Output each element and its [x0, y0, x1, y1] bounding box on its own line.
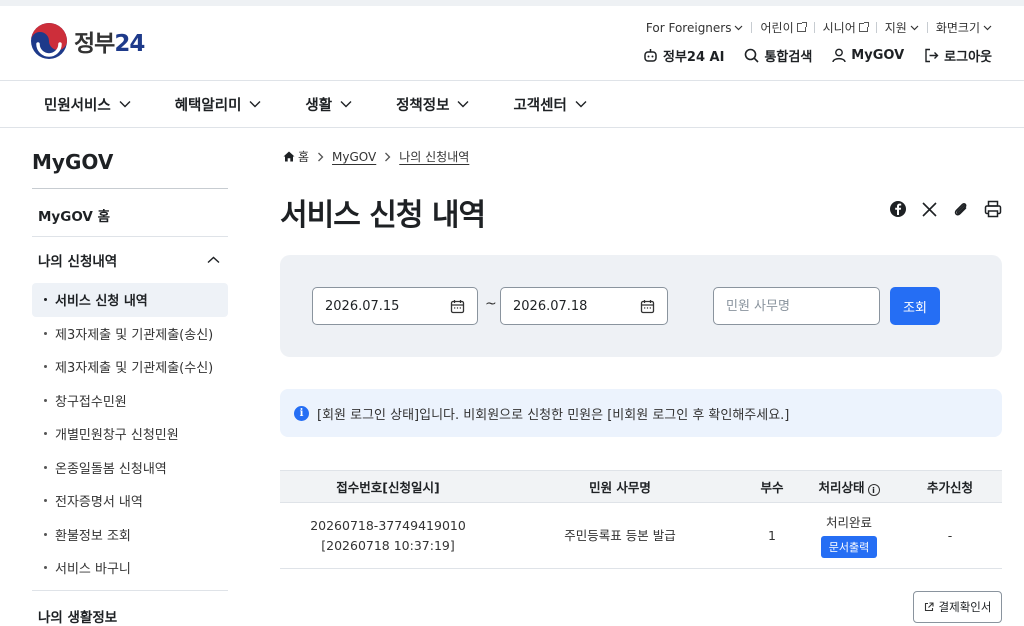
sidebar-item-mygov-home[interactable]: MyGOV 홈	[38, 205, 110, 225]
chevron-right-icon	[318, 152, 324, 161]
table-row: 20260718-37749419010 [20260718 10:37:19] …	[280, 502, 1002, 569]
sidebar-item-e-certificate[interactable]: 전자증명서 내역	[32, 484, 228, 518]
copies-cell: 1	[744, 502, 800, 569]
service-name-cell: 주민등록표 등본 발급	[496, 502, 744, 569]
logout-button[interactable]: 로그아웃	[924, 46, 992, 65]
external-link-icon	[858, 22, 869, 32]
info-icon: i	[294, 405, 309, 421]
service-name-input-wrap	[713, 287, 880, 325]
sidebar-section-my-applications[interactable]: 나의 신청내역	[32, 236, 228, 270]
support-link[interactable]: 지원	[877, 19, 927, 36]
chevron-right-icon	[385, 152, 391, 161]
extra-cell: -	[898, 502, 1002, 569]
sidebar-item-service-history[interactable]: 서비스 신청 내역	[32, 283, 228, 317]
chevron-down-icon	[119, 101, 131, 108]
sidebar-section-my-life-info[interactable]: 나의 생활정보	[38, 606, 117, 626]
print-icon[interactable]	[984, 200, 1002, 218]
nav-civil-service[interactable]: 민원서비스	[44, 94, 131, 115]
chevron-down-icon	[910, 25, 919, 30]
column-header: 접수번호[신청일시]	[336, 480, 440, 495]
sidebar-item-third-party-received[interactable]: 제3자제출 및 기관제출(수신)	[32, 350, 228, 384]
sidebar-item-counter-applications[interactable]: 창구접수민원	[32, 384, 228, 418]
chevron-down-icon	[735, 25, 743, 30]
screen-size-link[interactable]: 화면크기	[928, 19, 992, 36]
start-date-field[interactable]: 2026.07.15	[312, 287, 478, 325]
date-range-separator: ~	[485, 296, 497, 312]
end-date-field[interactable]: 2026.07.18	[500, 287, 668, 325]
sidebar-item-third-party-sent[interactable]: 제3자제출 및 기관제출(송신)	[32, 317, 228, 351]
chevron-up-icon	[207, 256, 220, 264]
page-title: 서비스 신청 내역	[280, 198, 486, 233]
breadcrumb-mygov[interactable]: MyGOV	[332, 150, 376, 164]
breadcrumb-my-applications[interactable]: 나의 신청내역	[399, 148, 469, 165]
sidebar-item-refund[interactable]: 환불정보 조회	[32, 518, 228, 552]
chevron-down-icon	[249, 101, 261, 108]
sidebar-submenu: 서비스 신청 내역 제3자제출 및 기관제출(송신) 제3자제출 및 기관제출(…	[32, 283, 228, 585]
login-notice: i [회원 로그인 상태]입니다. 비회원으로 신청한 민원은 [비회원 로그인…	[280, 389, 1002, 437]
top-strip	[0, 0, 1024, 6]
chevron-down-icon	[457, 101, 469, 108]
calendar-icon[interactable]	[640, 299, 655, 314]
mygov-button[interactable]: MyGOV	[832, 48, 904, 63]
breadcrumb: 홈 MyGOV 나의 신청내역	[283, 148, 469, 165]
chevron-down-icon	[983, 25, 992, 30]
gov24-logo[interactable]: 정부24	[30, 22, 145, 60]
nav-customer-center[interactable]: 고객센터	[513, 94, 587, 115]
utility-menu: For Foreigners 어린이 시니어 지원 화면크기	[638, 19, 992, 36]
header-actions: 정부24 AI 통합검색 MyGOV 로그아웃	[643, 46, 992, 65]
ai-button[interactable]: 정부24 AI	[643, 46, 724, 65]
share-tools	[889, 200, 1002, 218]
sidebar-item-individual-window[interactable]: 개별민원창구 신청민원	[32, 417, 228, 451]
info-circle-icon[interactable]: i	[867, 484, 880, 497]
column-header: 민원 사무명	[589, 480, 651, 495]
robot-icon	[644, 49, 657, 62]
breadcrumb-home[interactable]: 홈	[283, 148, 309, 165]
kids-link[interactable]: 어린이	[752, 19, 813, 36]
sidebar-item-allday-care[interactable]: 온종일돌봄 신청내역	[32, 451, 228, 485]
application-table: 접수번호[신청일시] 민원 사무명 부수 처리상태 i 추가신청 20260718…	[280, 470, 1002, 569]
sidebar-item-service-basket[interactable]: 서비스 바구니	[32, 551, 228, 585]
facebook-icon[interactable]	[889, 200, 907, 218]
external-link-icon	[924, 602, 934, 612]
table-header-row: 접수번호[신청일시] 민원 사무명 부수 처리상태 i 추가신청	[280, 470, 1002, 503]
link-icon[interactable]	[952, 200, 970, 218]
column-header: 추가신청	[926, 480, 973, 495]
nav-life[interactable]: 생활	[305, 94, 352, 115]
receipt-cell: 20260718-37749419010 [20260718 10:37:19]	[280, 502, 496, 569]
status-cell: 처리완료 문서출력	[800, 502, 898, 569]
external-link-icon	[796, 22, 807, 32]
taegeuk-icon	[31, 23, 67, 59]
senior-link[interactable]: 시니어	[815, 19, 876, 36]
search-button[interactable]: 통합검색	[744, 46, 812, 65]
calendar-icon[interactable]	[450, 299, 465, 314]
search-submit-button[interactable]: 조회	[890, 287, 940, 325]
nav-benefit-alert[interactable]: 혜택알리미	[175, 94, 262, 115]
search-icon	[745, 48, 760, 63]
logo-text: 정부24	[74, 31, 145, 57]
user-icon	[832, 48, 846, 63]
main-nav: 민원서비스 혜택알리미 생활 정책정보 고객센터	[0, 81, 1024, 127]
payment-confirmation-button[interactable]: 결제확인서	[913, 591, 1002, 623]
home-icon	[283, 151, 295, 162]
print-document-button[interactable]: 문서출력	[820, 536, 878, 558]
column-header: 부수	[760, 480, 784, 495]
for-foreigners-link[interactable]: For Foreigners	[638, 21, 752, 35]
service-name-input[interactable]	[726, 298, 867, 314]
logout-icon	[925, 48, 939, 63]
sidebar-title: MyGOV	[32, 150, 114, 174]
x-twitter-icon[interactable]	[921, 201, 938, 218]
nav-policy[interactable]: 정책정보	[396, 94, 469, 115]
chevron-down-icon	[575, 101, 587, 108]
column-header-status: 처리상태 i	[800, 471, 898, 503]
chevron-down-icon	[340, 101, 352, 108]
